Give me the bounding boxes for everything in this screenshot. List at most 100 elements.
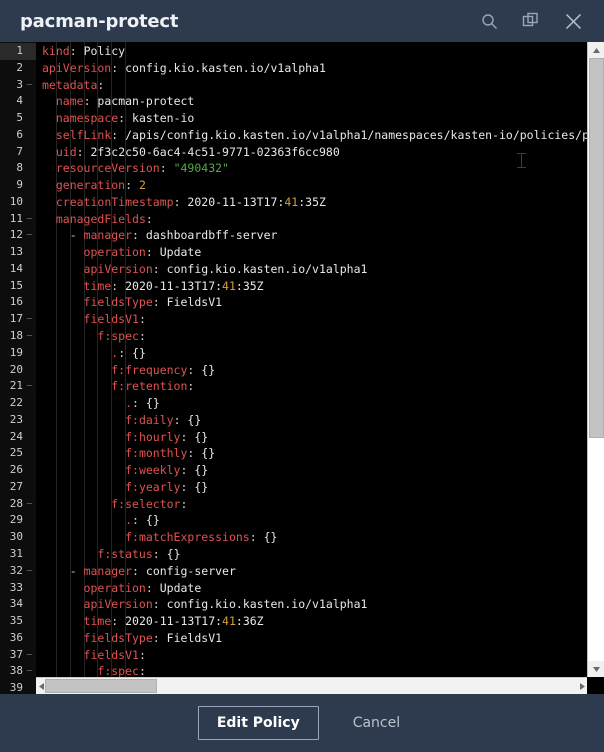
code-line: metadata: [42,77,105,92]
code-line: f:frequency: {} [111,362,216,377]
code-line: f:yearly: {} [125,479,209,494]
fold-toggle-icon[interactable]: – [26,647,33,664]
fold-toggle-icon[interactable]: – [26,563,33,580]
close-icon[interactable] [562,10,584,32]
header-actions [478,10,590,32]
yaml-editor[interactable]: 1 2 3–4 5 6 7 8 9 10 11–12–13 14 15 16 17–18–19 20 21–2… [0,42,604,694]
horizontal-scrollbar[interactable] [36,677,587,694]
code-line: name: pacman-protect [55,94,195,109]
line-number: 10 [9,194,23,208]
horizontal-scrollbar-thumb[interactable] [45,679,157,693]
page-title: pacman-protect [20,10,179,32]
policy-detail-modal: pacman-protect 1 2 3 – 4 5 6 7 8 9 10 11… [0,0,604,752]
line-number: 22 [9,396,23,410]
fold-toggle-icon[interactable]: – [26,311,33,328]
vertical-scrollbar-thumb[interactable] [589,58,604,438]
code-line: fieldsV1: [83,312,146,327]
line-number: 34 [9,597,23,611]
fold-toggle-icon[interactable]: – [26,77,33,94]
code-line: .: {} [125,513,160,528]
code-line: generation: 2 [55,178,146,193]
scroll-down-icon[interactable] [587,661,604,677]
fold-toggle-icon[interactable]: – [26,227,33,244]
code-line: apiVersion: config.kio.kasten.io/v1alpha… [42,60,326,75]
code-line: f:weekly: {} [125,463,209,478]
code-line: apiVersion: config.kio.kasten.io/v1alpha… [83,597,368,612]
copy-icon[interactable] [520,10,542,32]
edit-policy-button[interactable]: Edit Policy [197,706,319,740]
modal-header: pacman-protect [0,0,604,42]
line-number: 18– [0,328,36,345]
line-number: 11– [0,211,36,228]
line-number: 30 [9,530,23,544]
line-number: 39 [9,681,23,694]
fold-toggle-icon[interactable]: – [26,663,33,680]
line-number: 24 [9,429,23,443]
code-line: time: 2020-11-13T17:41:36Z [83,614,264,629]
code-line: namespace: kasten-io [55,111,195,126]
fold-toggle-icon[interactable]: – [26,211,33,228]
fold-toggle-icon[interactable]: – [26,496,33,513]
cancel-button[interactable]: Cancel [347,707,406,739]
code-area[interactable]: kind: Policy apiVersion: config.kio.kaste… [36,42,604,694]
line-number: 29 [9,513,23,527]
line-number: 20 [9,362,23,376]
line-number: 28– [0,496,36,513]
code-line: - manager: dashboardbff-server [69,228,278,243]
line-number: 21– [0,378,36,395]
code-line: f:retention: [111,379,195,394]
line-number: 13 [9,245,23,259]
code-line: operation: Update [83,580,202,595]
line-number: 17– [0,311,36,328]
code-line: selfLink: /apis/config.kio.kasten.io/v1a… [55,127,604,142]
code-line: f:status: {} [97,546,181,561]
code-line: operation: Update [83,245,202,260]
line-number: 5 [16,111,23,125]
line-number-gutter: 1 2 3–4 5 6 7 8 9 10 11–12–13 14 15 16 17–18–19 20 21–2… [0,42,36,694]
line-number: 35 [9,614,23,628]
code-line: time: 2020-11-13T17:41:35Z [83,278,264,293]
code-line: f:spec: [97,329,146,344]
line-number: 33 [9,580,23,594]
line-number: 4 [16,94,23,108]
line-number: 31 [9,546,23,560]
line-number: 9 [16,178,23,192]
line-number: 6 [16,127,23,141]
code-line: - manager: config-server [69,563,236,578]
line-number: 25 [9,446,23,460]
line-number: 37– [0,647,36,664]
line-number: 27 [9,479,23,493]
code-line: .: {} [125,396,160,411]
code-line: f:selector: [111,496,188,511]
code-line: apiVersion: config.kio.kasten.io/v1alpha… [83,261,368,276]
line-number: 19 [9,345,23,359]
line-number: 12– [0,227,36,244]
modal-footer: Edit Policy Cancel [0,694,604,752]
search-icon[interactable] [478,10,500,32]
scroll-up-icon[interactable] [587,42,604,58]
fold-toggle-icon[interactable]: – [26,378,33,395]
scroll-right-icon[interactable] [577,678,587,694]
code-line: f:matchExpressions: {} [125,530,278,545]
line-number: 38– [0,663,36,680]
code-line: f:hourly: {} [125,429,209,444]
code-line: managedFields: [55,211,153,226]
line-number: 2 [16,60,23,74]
line-number: 14 [9,261,23,275]
line-number: 8 [16,161,23,175]
code-line: fieldsV1: [83,647,146,662]
vertical-scrollbar[interactable] [587,42,604,677]
line-number: 23 [9,412,23,426]
code-line: resourceVersion: "490432" [55,161,229,176]
line-number: 36 [9,630,23,644]
code-line: f:monthly: {} [125,446,216,461]
code-line: creationTimestamp: 2020-11-13T17:41:35Z [55,194,326,209]
fold-toggle-icon[interactable]: – [26,328,33,345]
code-line: f:daily: {} [125,412,202,427]
code-line: .: {} [111,345,146,360]
line-number: 32– [0,563,36,580]
line-number: 1 [0,43,36,60]
line-number: 26 [9,463,23,477]
code-line: kind: Policy [42,44,126,58]
line-number: 7 [16,144,23,158]
